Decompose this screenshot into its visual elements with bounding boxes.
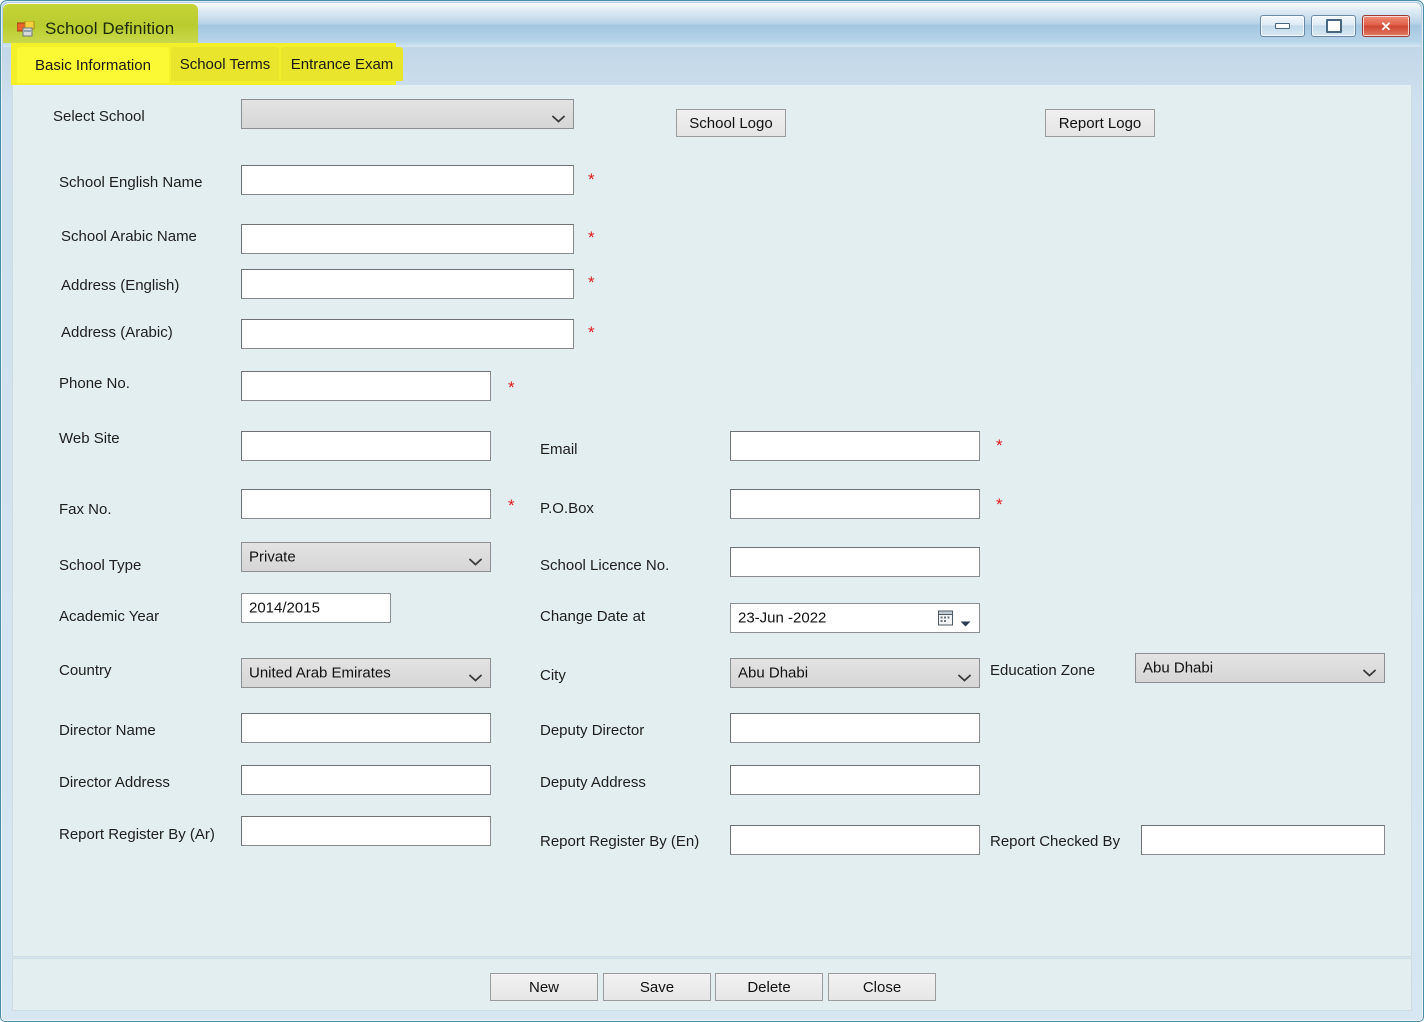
required-marker: * <box>588 323 595 342</box>
report-register-ar-input[interactable] <box>241 816 491 846</box>
school-arabic-name-input[interactable] <box>241 224 574 254</box>
close-glyph: ✕ <box>1380 18 1392 34</box>
label-po-box: P.O.Box <box>540 500 594 517</box>
calendar-icon <box>938 610 953 626</box>
country-value: United Arab Emirates <box>249 664 391 682</box>
required-marker: * <box>508 496 515 515</box>
chevron-down-icon <box>1363 664 1376 677</box>
window-title: School Definition <box>45 19 175 38</box>
tab-label: School Terms <box>179 55 271 73</box>
label-deputy-director: Deputy Director <box>540 722 645 739</box>
application-window: School Definition ✕ Basic Information Sc… <box>0 0 1424 1022</box>
report-logo-button[interactable]: Report Logo <box>1045 109 1155 137</box>
address-arabic-input[interactable] <box>241 319 574 349</box>
fax-no-input[interactable] <box>241 489 491 519</box>
phone-no-input[interactable] <box>241 371 491 401</box>
label-email: Email <box>540 441 578 458</box>
chevron-down-icon <box>469 669 482 682</box>
label-school-type: School Type <box>59 557 142 574</box>
academic-year-value: 2014/2015 <box>249 599 320 617</box>
save-button[interactable]: Save <box>603 973 711 1001</box>
school-logo-button[interactable]: School Logo <box>676 109 786 137</box>
label-address-english: Address (English) <box>61 277 180 294</box>
close-button[interactable]: Close <box>828 973 936 1001</box>
title-bar <box>3 3 1421 47</box>
director-name-input[interactable] <box>241 713 491 743</box>
po-box-input[interactable] <box>730 489 980 519</box>
label-education-zone: Education Zone <box>990 662 1096 679</box>
dropdown-arrow-icon[interactable] <box>960 615 971 627</box>
label-director-name: Director Name <box>59 722 156 739</box>
minimize-icon[interactable] <box>1260 15 1305 37</box>
label-change-date-at: Change Date at <box>540 608 646 625</box>
city-dropdown[interactable]: Abu Dhabi <box>730 658 980 688</box>
school-licence-no-input[interactable] <box>730 547 980 577</box>
label-country: Country <box>59 662 112 679</box>
label-city: City <box>540 667 566 684</box>
tab-strip: Basic Information School Terms Entrance … <box>11 47 1415 85</box>
school-type-dropdown[interactable]: Private <box>241 542 491 572</box>
label-school-arabic-name: School Arabic Name <box>61 228 197 245</box>
label-address-arabic: Address (Arabic) <box>61 324 173 341</box>
label-director-address: Director Address <box>59 774 170 791</box>
tab-basic-information[interactable]: Basic Information <box>17 47 169 83</box>
required-marker: * <box>588 170 595 189</box>
country-dropdown[interactable]: United Arab Emirates <box>241 658 491 688</box>
change-date-value: 23-Jun -2022 <box>738 609 827 627</box>
label-report-register-en: Report Register By (En) <box>540 833 700 850</box>
required-marker: * <box>996 436 1003 455</box>
school-english-name-input[interactable] <box>241 165 574 195</box>
label-select-school: Select School <box>53 108 145 125</box>
address-english-input[interactable] <box>241 269 574 299</box>
change-date-picker[interactable]: 23-Jun -2022 <box>730 603 980 633</box>
new-button[interactable]: New <box>490 973 598 1001</box>
label-school-licence-no: School Licence No. <box>540 557 670 574</box>
basic-information-panel: Select School School Logo Report Logo Sc… <box>12 85 1412 957</box>
deputy-address-input[interactable] <box>730 765 980 795</box>
label-deputy-address: Deputy Address <box>540 774 646 791</box>
label-report-checked-by: Report Checked By <box>990 833 1121 850</box>
maximize-icon[interactable] <box>1311 15 1356 37</box>
deputy-director-input[interactable] <box>730 713 980 743</box>
web-site-input[interactable] <box>241 431 491 461</box>
label-phone-no: Phone No. <box>59 375 130 392</box>
label-school-english-name: School English Name <box>59 174 203 191</box>
delete-button[interactable]: Delete <box>715 973 823 1001</box>
required-marker: * <box>996 495 1003 514</box>
close-icon[interactable]: ✕ <box>1362 15 1410 37</box>
required-marker: * <box>588 228 595 247</box>
report-register-en-input[interactable] <box>730 825 980 855</box>
report-checked-by-input[interactable] <box>1141 825 1385 855</box>
chevron-down-icon <box>552 110 565 123</box>
tab-entrance-exam[interactable]: Entrance Exam <box>281 47 403 81</box>
city-value: Abu Dhabi <box>738 664 809 682</box>
title-bar-gloss <box>3 3 1421 25</box>
chevron-down-icon <box>469 553 482 566</box>
school-type-value: Private <box>249 548 296 566</box>
label-academic-year: Academic Year <box>59 608 160 625</box>
academic-year-field[interactable]: 2014/2015 <box>241 593 391 623</box>
chevron-down-icon <box>958 669 971 682</box>
required-marker: * <box>588 273 595 292</box>
label-web-site: Web Site <box>59 430 120 447</box>
email-input[interactable] <box>730 431 980 461</box>
select-school-dropdown[interactable] <box>241 99 574 129</box>
label-report-register-ar: Report Register By (Ar) <box>59 826 215 843</box>
form-icon <box>16 20 35 37</box>
tab-school-terms[interactable]: School Terms <box>171 47 279 81</box>
tab-label: Entrance Exam <box>290 55 394 73</box>
education-zone-dropdown[interactable]: Abu Dhabi <box>1135 653 1385 683</box>
label-fax-no: Fax No. <box>59 501 112 518</box>
director-address-input[interactable] <box>241 765 491 795</box>
education-zone-value: Abu Dhabi <box>1143 659 1214 677</box>
tab-label: Basic Information <box>35 56 151 74</box>
form-action-bar: New Save Delete Close <box>12 958 1412 1011</box>
required-marker: * <box>508 378 515 397</box>
